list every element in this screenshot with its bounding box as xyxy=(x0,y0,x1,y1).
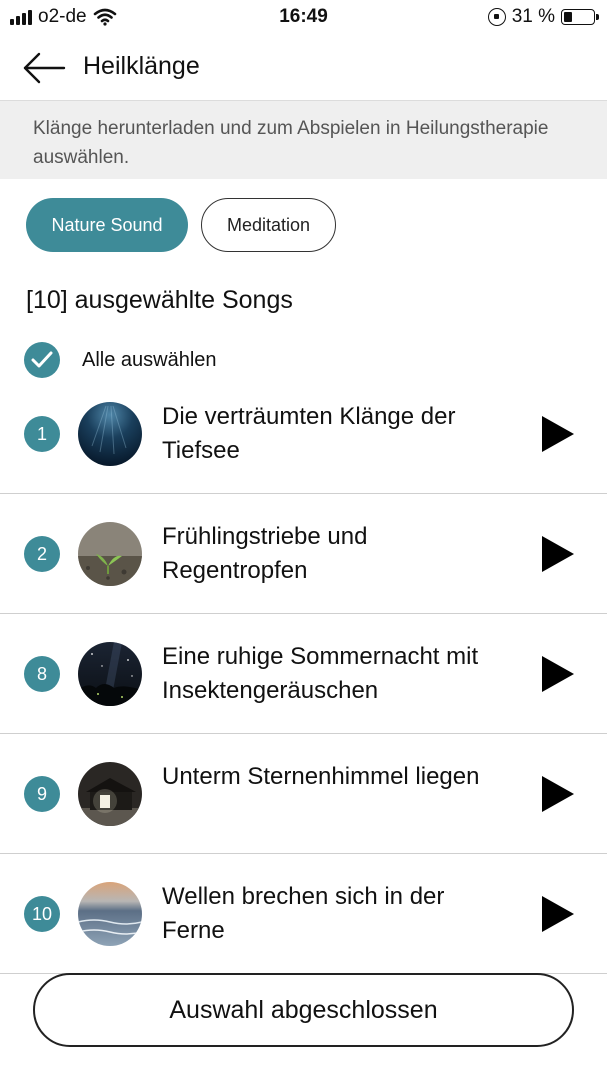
arrow-left-icon xyxy=(23,52,66,84)
song-title: Wellen brechen sich in der Ferne xyxy=(162,883,445,944)
play-icon xyxy=(542,656,574,692)
ocean-waves-thumbnail xyxy=(78,882,142,946)
info-banner-text: Klänge herunterladen und zum Abspielen i… xyxy=(33,118,549,168)
sprout-thumbnail xyxy=(78,522,142,586)
select-all-label: Alle auswählen xyxy=(82,348,217,371)
song-title: Frühlingstriebe und Regentropfen xyxy=(162,523,368,584)
play-button[interactable] xyxy=(540,774,576,814)
finish-selection-button[interactable]: Auswahl abgeschlossen xyxy=(33,973,574,1047)
song-row[interactable]: 1 Die verträumten Klänge der Tiefsee xyxy=(0,374,607,494)
checkmark-icon xyxy=(24,342,60,378)
play-icon xyxy=(542,536,574,572)
song-title: Die verträumten Klänge der Tiefsee xyxy=(162,403,456,464)
deep-sea-thumbnail xyxy=(78,402,142,466)
song-row[interactable]: 8 Eine ruhige Sommernacht mit Insektenge… xyxy=(0,614,607,734)
status-bar: o2-de 16:49 31 % xyxy=(0,0,607,34)
play-button[interactable] xyxy=(540,534,576,574)
back-button[interactable] xyxy=(22,50,66,86)
song-number-badge: 1 xyxy=(24,416,60,452)
filter-chip-meditation[interactable]: Meditation xyxy=(201,198,336,252)
battery-percent: 31 % xyxy=(511,6,555,27)
play-icon xyxy=(542,416,574,452)
rotation-lock-icon xyxy=(487,8,506,26)
song-number-badge: 8 xyxy=(24,656,60,692)
battery-icon xyxy=(561,9,599,25)
play-icon xyxy=(542,776,574,812)
info-banner: Klänge herunterladen und zum Abspielen i… xyxy=(0,100,607,179)
song-title: Unterm Sternenhimmel liegen xyxy=(162,763,480,790)
song-number-badge: 9 xyxy=(24,776,60,812)
play-button[interactable] xyxy=(540,894,576,934)
play-icon xyxy=(542,896,574,932)
select-all-toggle[interactable]: Alle auswählen xyxy=(24,342,217,378)
song-title: Eine ruhige Sommernacht mit Insektengerä… xyxy=(162,643,479,704)
cabin-night-thumbnail xyxy=(78,762,142,826)
song-row[interactable]: 2 Frühlingstriebe und Regentropfen xyxy=(0,494,607,614)
play-button[interactable] xyxy=(540,654,576,694)
selected-count: [10] ausgewählte Songs xyxy=(26,286,293,314)
status-right: 31 % xyxy=(487,6,599,28)
song-number-badge: 2 xyxy=(24,536,60,572)
filter-chip-nature-sound[interactable]: Nature Sound xyxy=(26,198,188,252)
song-row[interactable]: 9 Unterm Sternenhimmel liegen xyxy=(0,734,607,854)
header: Heilklänge xyxy=(0,40,607,98)
page-title: Heilklänge xyxy=(83,52,200,80)
song-number-badge: 10 xyxy=(24,896,60,932)
night-sky-thumbnail xyxy=(78,642,142,706)
play-button[interactable] xyxy=(540,414,576,454)
song-row[interactable]: 10 Wellen brechen sich in der Ferne xyxy=(0,854,607,974)
